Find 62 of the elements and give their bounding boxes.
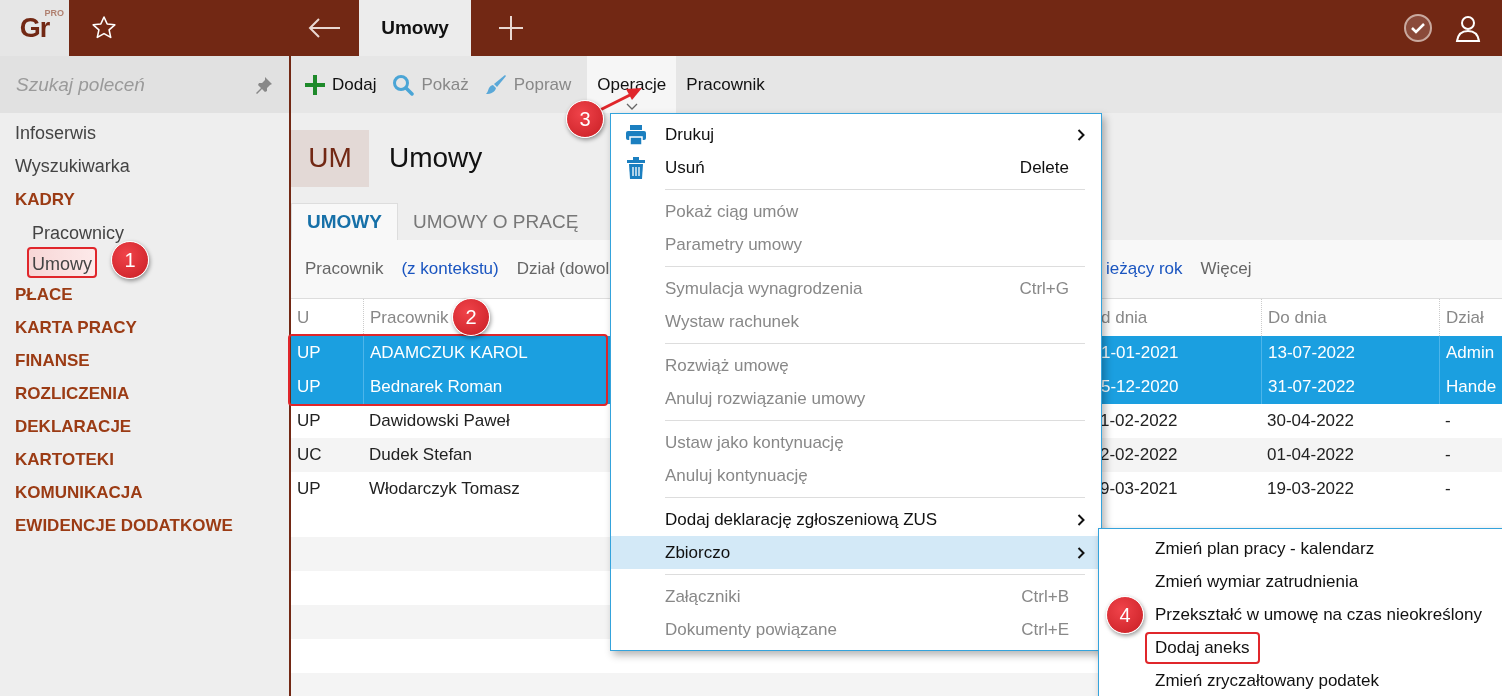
column-header[interactable]: U <box>291 299 363 336</box>
plus-icon <box>305 74 325 95</box>
filter-link[interactable]: ieżący rok <box>1106 259 1183 279</box>
sidebar-item[interactable]: DEKLARACJE <box>0 410 289 443</box>
table-cell-text: - <box>1444 444 1452 466</box>
menu-item[interactable]: Usuń Delete <box>611 151 1101 184</box>
tab[interactable]: UMOWY <box>291 203 398 240</box>
table-cell-text: UP <box>296 410 322 432</box>
table-cell-text: UP <box>296 478 322 500</box>
submenu-item[interactable]: Zmień plan pracy - kalendarz <box>1145 532 1385 565</box>
submenu-item[interactable]: Dodaj aneks <box>1145 631 1260 664</box>
pin-icon[interactable] <box>255 76 273 94</box>
sidebar-subitem[interactable]: Umowy <box>27 247 97 278</box>
sidebar-item[interactable]: Wyszukiwarka <box>0 150 289 183</box>
table-cell-text: 19-03-2022 <box>1266 478 1355 500</box>
edition-label: PRO <box>44 8 64 18</box>
filter-label[interactable]: Więcej <box>1200 259 1252 279</box>
table-cell-text: 2-02-2022 <box>1099 444 1179 466</box>
module-badge: UM <box>291 129 369 187</box>
menu-item[interactable]: Zbiorczo <box>611 536 1101 569</box>
table-cell-text: Włodarczyk Tomasz <box>368 478 521 500</box>
table-cell-text: UP <box>296 376 322 398</box>
table-cell-text: Dawidowski Paweł <box>368 410 511 432</box>
document-tab[interactable]: Umowy <box>359 0 471 56</box>
table-cell-text: Dudek Stefan <box>368 444 473 466</box>
table-cell-text: 1-02-2022 <box>1099 410 1179 432</box>
sidebar-item[interactable]: KADRY <box>0 183 289 216</box>
table-cell-text: 9-03-2021 <box>1099 478 1179 500</box>
submenu-item[interactable]: Przekształć w umowę na czas nieokreślony <box>1145 598 1492 631</box>
menu-button[interactable]: Operacje <box>587 56 677 113</box>
sidebar-item[interactable]: KARTOTEKI <box>0 443 289 476</box>
table-cell-text: - <box>1444 410 1452 432</box>
table-cell: Bednarek Roman <box>363 370 603 404</box>
page-title: Umowy <box>389 142 483 174</box>
sidebar-item[interactable]: KOMUNIKACJA <box>0 476 289 509</box>
printer-icon <box>625 124 647 146</box>
filter-label[interactable]: Dział (dowol <box>516 259 610 279</box>
sidebar-item[interactable]: KARTA PRACY <box>0 311 289 344</box>
search-icon <box>392 73 415 96</box>
trash-icon <box>625 157 647 179</box>
table-cell-text: UP <box>296 342 322 364</box>
menu-item[interactable]: Drukuj <box>611 118 1101 151</box>
filter-link[interactable]: (z kontekstu) <box>401 259 499 279</box>
submenu-item[interactable]: Zmień zryczałtowany podatek <box>1145 664 1389 696</box>
sidebar-item[interactable]: PŁACE <box>0 278 289 311</box>
command-search-field[interactable]: Szukaj poleceń <box>0 56 289 113</box>
sidebar-item[interactable]: Infoserwis <box>0 117 289 150</box>
brush-icon <box>484 73 507 96</box>
table-cell-text: 30-04-2022 <box>1266 410 1355 432</box>
sidebar-item[interactable]: ROZLICZENIA <box>0 377 289 410</box>
table-cell-text: 01-04-2022 <box>1266 444 1355 466</box>
sidebar-item[interactable]: FINANSE <box>0 344 289 377</box>
menu-item[interactable]: Dodaj deklarację zgłoszeniową ZUS <box>611 503 1101 536</box>
sidebar-item[interactable]: EWIDENCJE DODATKOWE <box>0 509 289 542</box>
toolbar-button[interactable]: Dodaj <box>305 56 385 113</box>
chevron-down-icon <box>625 103 638 110</box>
filter-label[interactable]: Pracownik <box>305 259 384 279</box>
submenu-item[interactable]: Zmień wymiar zatrudnienia <box>1145 565 1369 598</box>
tab[interactable]: UMOWY O PRACĘ <box>397 203 594 240</box>
table-cell-text: - <box>1444 478 1452 500</box>
table-cell-text: UC <box>296 444 323 466</box>
menu-button[interactable]: Pracownik <box>676 56 775 113</box>
